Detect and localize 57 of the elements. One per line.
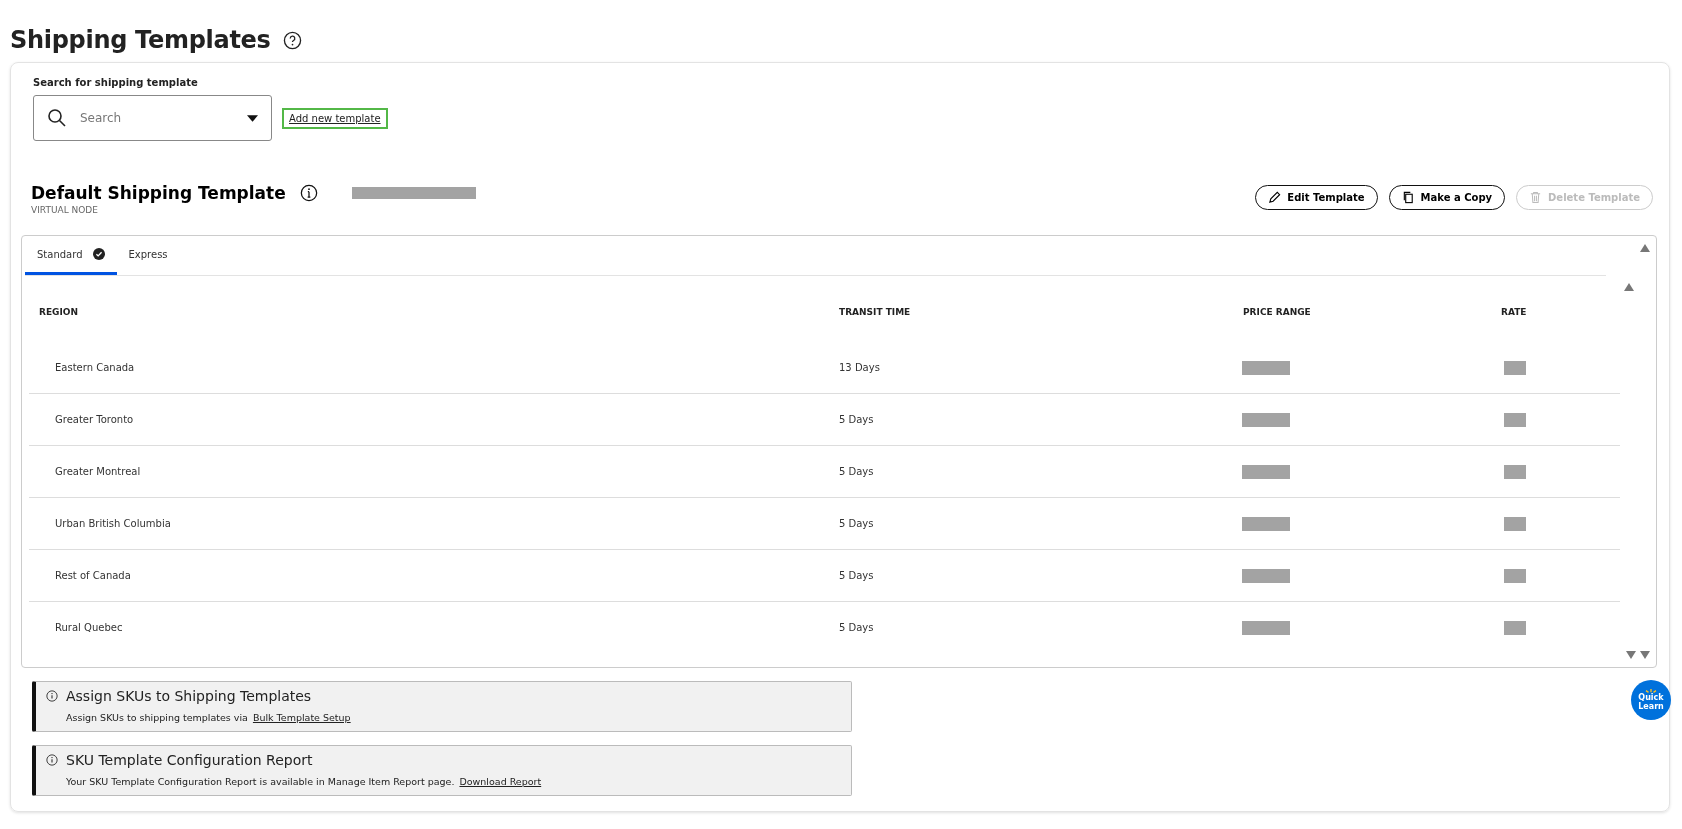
table-cell-text: 5 Days <box>839 622 875 633</box>
redacted-block <box>1242 568 1290 583</box>
column-header: TRANSIT TIME <box>839 307 912 317</box>
notice-text: Assign SKUs to shipping templates via <box>66 712 248 723</box>
column-header: REGION <box>38 307 79 317</box>
redacted-block <box>1242 620 1290 635</box>
info-icon <box>46 690 58 702</box>
table-cell-text: Urban British Columbia <box>54 518 172 529</box>
redacted-block <box>1504 568 1526 583</box>
template-subtitle: VIRTUAL NODE <box>31 205 99 215</box>
redacted-block <box>1504 464 1526 479</box>
notice-link[interactable]: Download Report <box>459 776 542 787</box>
tab[interactable]: Standard <box>25 236 117 275</box>
action-button[interactable]: Make a Copy <box>1388 185 1506 210</box>
table-cell-text: 5 Days <box>839 414 875 425</box>
redacted-block <box>1504 360 1526 375</box>
search-label: Search for shipping template <box>33 77 199 88</box>
notice-title: SKU Template Configuration Report <box>66 752 313 768</box>
notice-link[interactable]: Bulk Template Setup <box>252 712 351 723</box>
info-icon <box>46 754 58 766</box>
table-cell-text: 5 Days <box>839 466 875 477</box>
notice-title: Assign SKUs to Shipping Templates <box>66 688 312 704</box>
action-button[interactable]: Edit Template <box>1255 185 1378 210</box>
column-header: PRICE RANGE <box>1242 307 1312 317</box>
quick-learn-button[interactable]: Quick Learn <box>1631 680 1671 720</box>
search-icon <box>47 108 67 128</box>
trash-icon <box>1529 191 1543 204</box>
table-cell-text: Rest of Canada <box>54 570 132 581</box>
copy-icon <box>1401 191 1415 204</box>
redacted-block <box>1242 412 1290 427</box>
redacted-block <box>1504 516 1526 531</box>
redacted-block <box>1242 360 1290 375</box>
redacted-block <box>1504 620 1526 635</box>
tab[interactable]: Express <box>116 236 180 275</box>
redacted-block <box>1242 464 1290 479</box>
column-header: RATE <box>1500 307 1528 317</box>
search-field[interactable]: Search <box>33 95 272 141</box>
add-template-link[interactable]: Add new template <box>282 107 388 129</box>
table-cell-text: 5 Days <box>839 570 875 581</box>
table-cell-text: Greater Montreal <box>54 466 142 477</box>
help-icon[interactable] <box>282 30 302 50</box>
table-cell-text: Greater Toronto <box>54 414 135 425</box>
table-cell-text: Eastern Canada <box>54 362 136 373</box>
table-cell-text: 5 Days <box>839 518 875 529</box>
redacted-block <box>1242 516 1290 531</box>
page-title: Shipping Templates <box>10 26 271 54</box>
caret-icon <box>247 115 258 122</box>
notice-text: Your SKU Template Configuration Report is available in Manage Item Report page. <box>66 776 455 787</box>
template-title: Default Shipping Template <box>31 183 286 203</box>
scroll-up-icon[interactable] <box>1624 283 1634 291</box>
table-cell-text: Rural Quebec <box>54 622 124 633</box>
pencil-icon <box>1268 191 1282 204</box>
redacted-block <box>1504 412 1526 427</box>
table-cell-text: 13 Days <box>839 362 881 373</box>
info-icon[interactable] <box>299 184 318 202</box>
spark-icon <box>1644 688 1658 694</box>
scroll-up-icon[interactable] <box>1640 244 1650 252</box>
